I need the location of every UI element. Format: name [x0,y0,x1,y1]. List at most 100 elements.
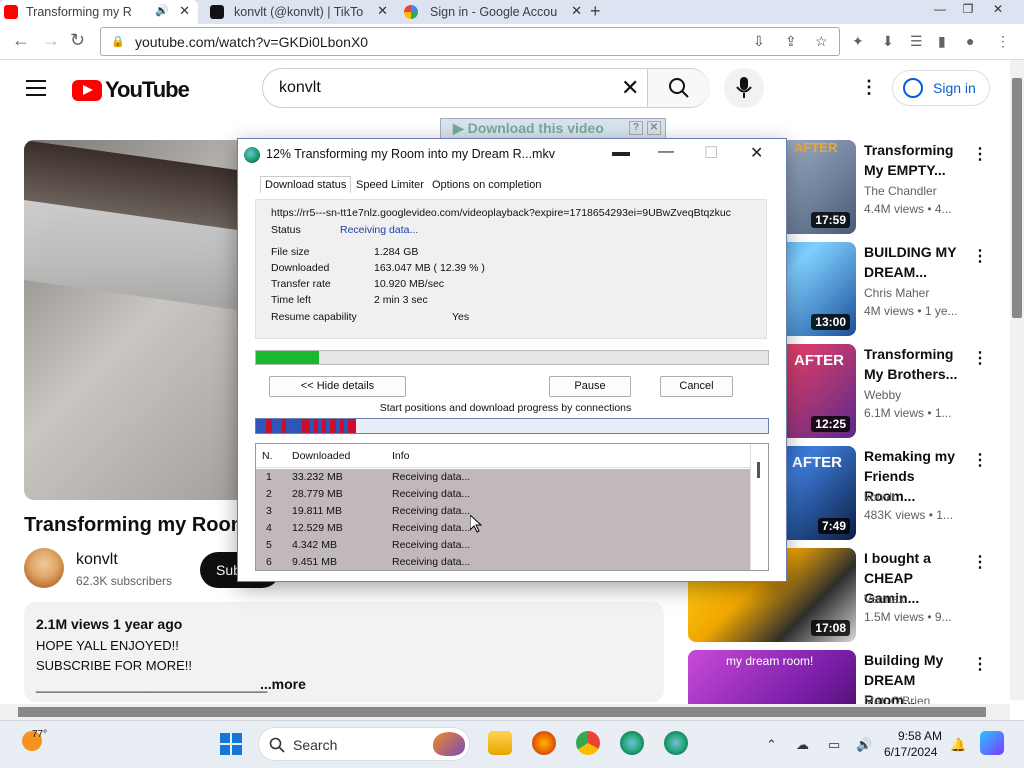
description-line: HOPE YALL ENJOYED!! [36,638,179,653]
help-icon[interactable]: ? [629,121,643,135]
notification-bell-icon[interactable]: 🔔 [950,737,966,753]
table-row[interactable]: 2 28.779 MB Receiving data... [256,486,750,503]
speaker-icon[interactable]: 🔊 [155,4,169,17]
table-scrollbar[interactable] [750,444,768,570]
table-row[interactable]: 6 9.451 MB Receiving data... [256,554,750,570]
video-duration: 7:49 [817,518,850,534]
more-options-icon[interactable]: ⋮ [972,348,988,368]
show-more-link[interactable]: ...more [260,676,306,692]
install-app-icon[interactable]: ⇩ [753,33,765,50]
network-icon[interactable]: ☁ [796,737,809,753]
share-icon[interactable]: ⇪ [785,33,797,50]
row-downloaded: 33.232 MB [292,471,343,483]
scrollbar-thumb[interactable] [18,707,986,717]
idm-extension-icon[interactable]: ⬇ [882,33,894,50]
channel-avatar[interactable] [24,548,64,588]
search-input[interactable]: konvlt [279,79,321,97]
close-icon[interactable]: ✕ [750,143,763,163]
tab-speed-limiter[interactable]: Speed Limiter [356,179,424,191]
close-tab-icon[interactable]: ✕ [571,3,582,19]
table-row[interactable]: 4 12.529 MB Receiving data... [256,520,750,537]
taskbar-search-label: Search [293,737,338,753]
related-video[interactable]: my dream room! Building My DREAM Room...… [688,650,988,704]
column-header[interactable]: Downloaded [292,450,350,462]
taskbar-search-box[interactable]: Search [258,727,470,761]
clock-time[interactable]: 9:58 AM [896,729,942,743]
new-tab-plus-icon[interactable]: + [590,1,601,22]
pause-button[interactable]: Pause [549,376,631,397]
idm-download-banner[interactable]: ▶ Download this video ? ✕ [440,118,666,140]
profile-icon[interactable]: ● [966,33,974,49]
restore-window-icon[interactable]: ❐ [954,0,982,18]
clear-search-icon[interactable]: ✕ [621,75,639,101]
extensions-puzzle-icon[interactable]: ✦ [852,33,864,50]
vertical-scrollbar[interactable] [1010,60,1024,700]
row-info: Receiving data... [392,556,471,568]
channel-name[interactable]: konvlt [76,551,118,569]
more-options-icon[interactable]: ⋮ [972,654,988,674]
tab-youtube[interactable]: Transforming my R 🔊 ✕ [0,0,198,24]
copilot-icon[interactable] [980,731,1004,755]
chrome-icon[interactable] [576,731,600,755]
display-icon[interactable]: ▭ [828,737,840,753]
tab-options-on-completion[interactable]: Options on completion [432,179,541,191]
description-box[interactable]: 2.1M views 1 year ago HOPE YALL ENJOYED!… [24,602,664,702]
table-row[interactable]: 5 4.342 MB Receiving data... [256,537,750,554]
hide-details-button[interactable]: << Hide details [269,376,406,397]
volume-icon[interactable]: 🔊 [856,737,872,753]
minimize-window-icon[interactable]: — [926,0,954,18]
progress-fill [256,351,320,364]
settings-more-icon[interactable]: ⋮ [860,77,878,98]
more-options-icon[interactable]: ⋮ [972,246,988,266]
idm-download-icon[interactable] [664,731,688,755]
search-box[interactable]: konvlt ✕ [262,68,710,108]
search-button[interactable] [647,69,710,107]
dialog-titlebar[interactable]: 12% Transforming my Room into my Dream R… [238,139,786,171]
tab-download-status[interactable]: Download status [260,176,352,193]
table-row[interactable]: 3 19.811 MB Receiving data... [256,503,750,520]
tab-google-signin[interactable]: Sign in - Google Accou ✕ [400,0,590,24]
back-arrow-icon[interactable]: ← [12,30,30,51]
row-info: Receiving data... [392,522,471,534]
table-row[interactable]: 1 33.232 MB Receiving data... [256,469,750,486]
column-header[interactable]: Info [392,450,410,462]
video-thumbnail[interactable]: my dream room! [688,650,856,704]
close-window-icon[interactable]: ✕ [984,0,1012,18]
tab-tiktok[interactable]: konvlt (@konvlt) | TikTo ✕ [206,0,396,24]
related-channel: Vermax [864,592,905,606]
show-hidden-icons-chevron-icon[interactable]: ⌃ [766,737,777,753]
close-tab-icon[interactable]: ✕ [179,3,190,19]
youtube-logo[interactable]: YouTube [72,77,190,103]
scrollbar-thumb[interactable] [1012,78,1022,318]
idm-globe-icon[interactable] [620,731,644,755]
minimize-icon[interactable]: — [658,143,674,161]
close-banner-icon[interactable]: ✕ [647,121,661,135]
more-options-icon[interactable]: ⋮ [972,552,988,572]
cancel-button[interactable]: Cancel [660,376,733,397]
column-header[interactable]: N. [262,450,273,462]
more-options-icon[interactable]: ⋮ [972,450,988,470]
sign-in-button[interactable]: Sign in [892,70,990,106]
sign-in-label: Sign in [933,80,976,96]
related-title: BUILDING MY DREAM... [864,244,957,280]
more-options-icon[interactable]: ⋮ [972,144,988,164]
clock-date[interactable]: 6/17/2024 [884,745,937,759]
voice-search-button[interactable] [724,68,764,108]
scrollbar-thumb[interactable] [757,462,760,478]
description-line: SUBSCRIBE FOR MORE!! [36,658,193,673]
windows-start-icon[interactable] [220,733,242,755]
close-tab-icon[interactable]: ✕ [377,3,388,19]
firefox-icon[interactable] [532,731,556,755]
forward-arrow-icon[interactable]: → [42,30,60,51]
maximize-icon[interactable]: ☐ [704,143,718,163]
side-panel-icon[interactable]: ▮ [938,33,946,50]
reload-icon[interactable]: ↻ [70,30,85,51]
reading-list-icon[interactable]: ☰ [910,33,923,50]
horizontal-scrollbar[interactable] [0,704,1010,720]
file-explorer-icon[interactable] [488,731,512,755]
hamburger-menu-icon[interactable] [26,80,46,96]
address-bar[interactable]: 🔒 youtube.com/watch?v=GKDi0LbonX0 ⇩ ⇪ ☆ [100,27,840,56]
chrome-menu-icon[interactable]: ⋮ [996,33,1010,50]
bookmark-star-icon[interactable]: ☆ [815,33,828,50]
row-downloaded: 12.529 MB [292,522,343,534]
